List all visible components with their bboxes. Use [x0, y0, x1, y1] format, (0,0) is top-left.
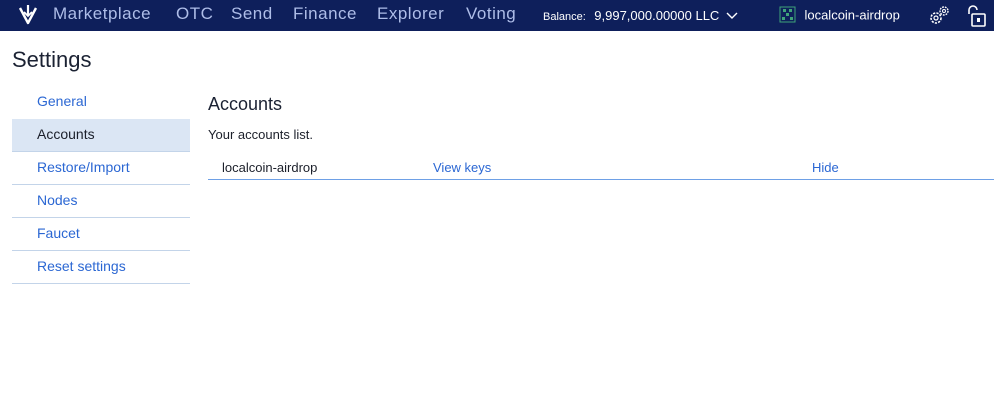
account-name: localcoin-airdrop: [804, 7, 900, 23]
section-title: Accounts: [208, 94, 283, 114]
sidebar-item-general[interactable]: General: [12, 86, 190, 119]
sidebar-item-restore-import[interactable]: Restore/Import: [12, 152, 190, 185]
nav-explorer[interactable]: Explorer: [377, 4, 444, 24]
account-avatar-icon: [779, 6, 796, 23]
top-navigation-bar: Marketplace OTC Send Finance Explorer Vo…: [0, 0, 994, 31]
balance-label: Balance:: [543, 11, 586, 23]
nav-voting[interactable]: Voting: [466, 4, 516, 24]
sidebar-item-reset-settings[interactable]: Reset settings: [12, 251, 190, 284]
sidebar-item-faucet[interactable]: Faucet: [12, 218, 190, 251]
sidebar-item-accounts[interactable]: Accounts: [12, 119, 190, 152]
sidebar-item-nodes[interactable]: Nodes: [12, 185, 190, 218]
chevron-down-icon: [726, 12, 738, 19]
balance-dropdown[interactable]: Balance: 9,997,000.00000 LLC: [543, 7, 738, 25]
account-row-name: localcoin-airdrop: [222, 160, 318, 175]
nav-otc[interactable]: OTC: [176, 4, 213, 24]
localcoin-logo-icon[interactable]: [16, 3, 40, 27]
nav-send[interactable]: Send: [231, 4, 273, 24]
account-selector[interactable]: localcoin-airdrop: [779, 6, 900, 24]
view-keys-link[interactable]: View keys: [433, 160, 491, 175]
hide-account-link[interactable]: Hide: [812, 160, 839, 175]
balance-value: 9,997,000.00000 LLC: [594, 8, 720, 23]
account-row: localcoin-airdrop View keys Hide: [208, 157, 994, 180]
nav-marketplace[interactable]: Marketplace: [53, 4, 151, 24]
page-title: Settings: [12, 47, 92, 72]
section-subtitle: Your accounts list.: [208, 127, 314, 142]
settings-side-menu: General Accounts Restore/Import Nodes Fa…: [12, 86, 190, 284]
nav-finance[interactable]: Finance: [293, 4, 357, 24]
gears-icon[interactable]: [927, 4, 951, 28]
unlocked-lock-icon[interactable]: [965, 4, 987, 28]
